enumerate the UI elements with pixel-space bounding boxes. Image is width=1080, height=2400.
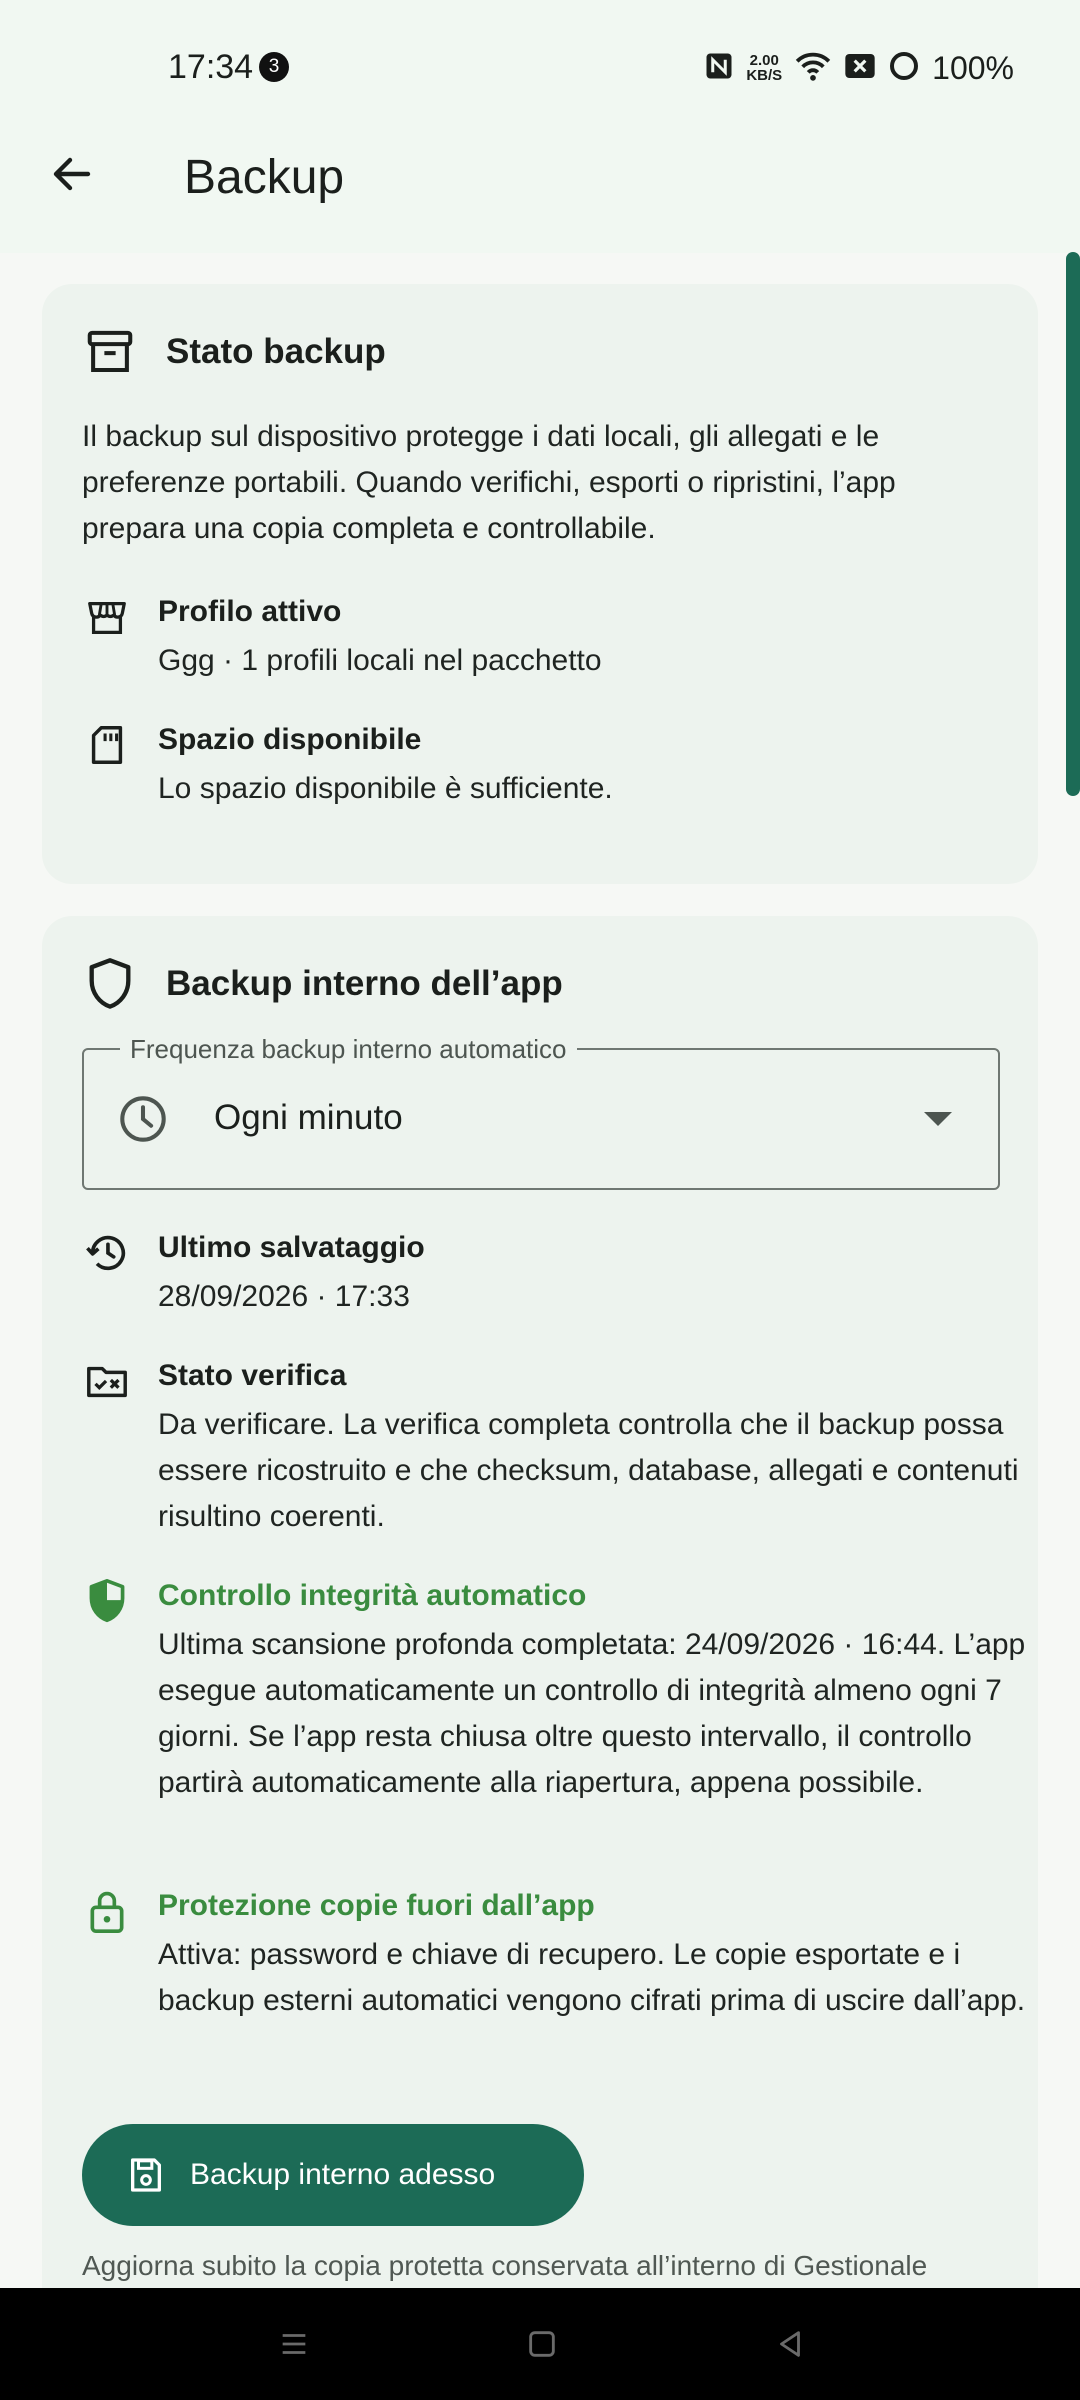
item-value: Lo spazio disponibile è sufficiente. (158, 772, 613, 805)
battery-ring-icon (888, 50, 920, 87)
item-label: Spazio disponibile (158, 723, 422, 756)
frequency-label: Frequenza backup interno automatico (120, 1034, 577, 1065)
menu-lines-icon (282, 2334, 306, 2354)
backup-footnote: Aggiorna subito la copia protetta conser… (82, 2250, 928, 2281)
folder-check-icon (82, 1356, 132, 1406)
nfc-icon (704, 51, 734, 86)
backup-now-label: Backup interno adesso (190, 2158, 496, 2191)
item-label: Controllo integrità automatico (158, 1579, 587, 1612)
home-button[interactable] (514, 2316, 570, 2372)
item-label: Profilo attivo (158, 595, 342, 628)
backup-description: Il backup sul dispositivo protegge i dat… (82, 420, 896, 545)
item-label: Protezione copie fuori dall’app (158, 1889, 595, 1922)
sd-card-icon (82, 720, 132, 770)
item-value: Ggg · 1 profili locali nel pacchetto (158, 644, 602, 677)
shield-half-icon (82, 1576, 132, 1626)
frequency-value: Ogni minuto (214, 1098, 403, 1137)
battery-level: 100% (932, 49, 1014, 86)
item-label: Ultimo salvataggio (158, 1231, 425, 1264)
card-title: Stato backup (166, 332, 386, 371)
status-bar: 17:34 3 2.00 KB/S 100% (0, 0, 1080, 135)
status-time: 17:34 (168, 48, 254, 86)
recent-apps-button[interactable] (266, 2316, 322, 2372)
item-value: Da verificare. La verifica completa cont… (158, 1408, 1019, 1533)
store-icon (82, 592, 132, 642)
item-value: Ultima scansione profonda completata: 24… (158, 1628, 1026, 1799)
history-icon (82, 1228, 132, 1278)
back-button[interactable] (40, 144, 104, 208)
no-sim-icon (844, 52, 876, 85)
internal-backup-card: Backup interno dell’app Frequenza backup… (42, 916, 1038, 2400)
system-navigation-bar (0, 2288, 1080, 2400)
notification-badge: 3 (259, 52, 289, 82)
back-nav-button[interactable] (762, 2316, 818, 2372)
triangle-back-icon (780, 2331, 800, 2357)
card-title: Backup interno dell’app (166, 964, 563, 1003)
backup-now-button[interactable]: Backup interno adesso (82, 2124, 584, 2226)
scrollbar-thumb[interactable] (1066, 252, 1080, 796)
chevron-down-icon (924, 1112, 952, 1126)
archive-box-icon (82, 324, 138, 380)
item-value: Attiva: password e chiave di recupero. L… (158, 1938, 1026, 2017)
network-speed: 2.00 KB/S (746, 52, 783, 84)
item-label: Stato verifica (158, 1359, 347, 1392)
app-bar (0, 135, 1080, 253)
save-icon (124, 2153, 168, 2197)
status-icons: 2.00 KB/S 100% (704, 46, 1014, 90)
card-header: Stato backup (82, 324, 386, 380)
card-header: Backup interno dell’app (82, 956, 563, 1012)
shield-icon (82, 956, 138, 1012)
wifi-icon (794, 50, 832, 87)
frequency-select[interactable]: Frequenza backup interno automatico Ogni… (82, 1034, 1000, 1190)
item-value: 28/09/2026 · 17:33 (158, 1280, 410, 1313)
backup-status-card: Stato backup Il backup sul dispositivo p… (42, 284, 1038, 884)
arrow-left-icon (48, 150, 96, 203)
lock-icon (82, 1886, 132, 1936)
page-title: Backup (184, 151, 345, 204)
square-icon (529, 2331, 555, 2357)
clock-icon (114, 1090, 172, 1148)
